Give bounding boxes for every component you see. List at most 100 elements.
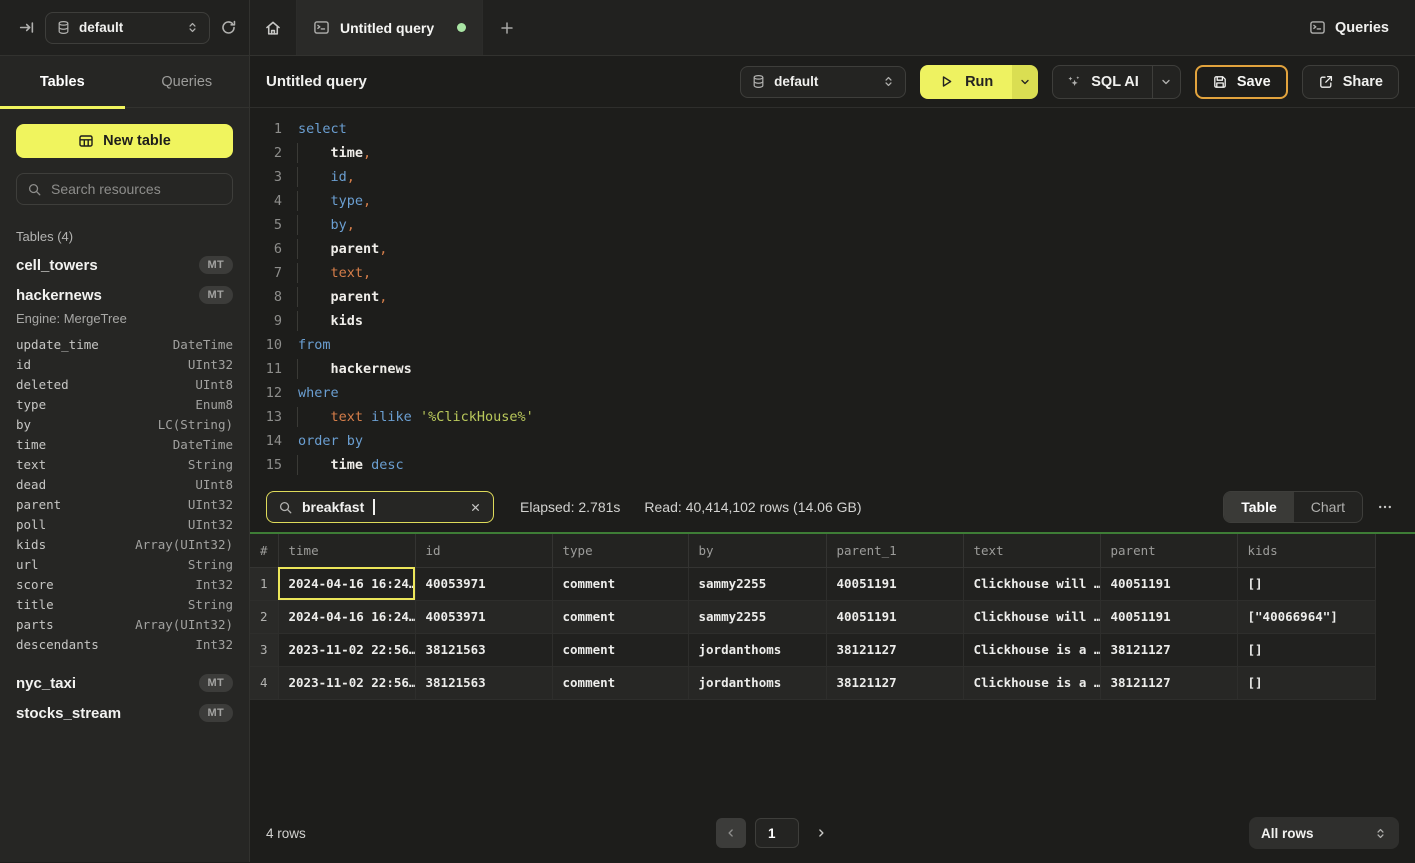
sidebar-table-item[interactable]: nyc_taxiMT <box>0 668 249 698</box>
result-cell[interactable]: 40051191 <box>826 567 963 600</box>
search-placeholder: Search resources <box>51 181 161 197</box>
line-number: 1 <box>250 117 282 141</box>
result-cell[interactable]: sammy2255 <box>688 567 826 600</box>
sql-ai-button[interactable]: SQL AI <box>1053 74 1152 90</box>
clear-filter-icon[interactable] <box>469 501 482 514</box>
result-cell[interactable]: jordanthoms <box>688 633 826 666</box>
result-header-cell[interactable]: # <box>250 534 278 567</box>
result-cell[interactable]: Clickhouse will … <box>963 567 1100 600</box>
result-cell[interactable]: 40051191 <box>1100 567 1237 600</box>
sidebar-tab-tables[interactable]: Tables <box>0 56 125 107</box>
view-toggle-chart[interactable]: Chart <box>1294 492 1362 522</box>
code-line[interactable]: 11 hackernews <box>250 357 1415 381</box>
code-line[interactable]: 5 by, <box>250 213 1415 237</box>
new-table-button[interactable]: New table <box>16 124 233 158</box>
code-text: parent, <box>296 237 387 261</box>
result-cell[interactable]: Clickhouse is a … <box>963 666 1100 699</box>
code-line[interactable]: 15 time desc <box>250 453 1415 477</box>
code-token: hackernews <box>331 361 412 377</box>
result-header-cell[interactable]: type <box>552 534 688 567</box>
code-token: , <box>363 193 371 209</box>
share-button[interactable]: Share <box>1302 65 1399 99</box>
table-list: cell_towersMThackernewsMTEngine: MergeTr… <box>0 250 249 728</box>
result-cell[interactable]: 38121127 <box>826 633 963 666</box>
next-page-button[interactable] <box>808 818 834 848</box>
result-cell[interactable]: comment <box>552 600 688 633</box>
code-line[interactable]: 2 time, <box>250 141 1415 165</box>
code-line[interactable]: 1select <box>250 117 1415 141</box>
sidebar-table-item[interactable]: hackernewsMT <box>0 280 249 310</box>
queries-icon <box>1309 19 1326 36</box>
result-cell[interactable]: comment <box>552 633 688 666</box>
result-cell[interactable]: 38121127 <box>1100 666 1237 699</box>
code-token: parent <box>331 241 380 257</box>
results-more-options-icon[interactable] <box>1373 495 1397 519</box>
result-cell[interactable]: Clickhouse is a … <box>963 633 1100 666</box>
database-selector[interactable]: default <box>45 12 210 44</box>
result-cell[interactable]: 2024-04-16 16:24… <box>278 600 415 633</box>
sidebar-tab-queries[interactable]: Queries <box>125 56 250 107</box>
result-cell[interactable]: 38121127 <box>1100 633 1237 666</box>
result-cell[interactable]: comment <box>552 567 688 600</box>
code-line[interactable]: 13 text ilike '%ClickHouse%' <box>250 405 1415 429</box>
sql-ai-button-group: SQL AI <box>1052 65 1181 99</box>
sql-editor[interactable]: 1select2 time,3 id,4 type,5 by,6 parent,… <box>250 108 1415 482</box>
code-line[interactable]: 9 kids <box>250 309 1415 333</box>
home-tab[interactable] <box>250 0 297 55</box>
refresh-icon[interactable] <box>220 19 237 36</box>
code-line[interactable]: 14order by <box>250 429 1415 453</box>
queries-button[interactable]: Queries <box>1309 0 1415 55</box>
run-options-button[interactable] <box>1012 65 1038 99</box>
sql-ai-options-button[interactable] <box>1152 66 1180 98</box>
result-cell[interactable]: 38121563 <box>415 666 552 699</box>
table-column-row: deletedUInt8 <box>0 374 249 394</box>
query-database-selector[interactable]: default <box>740 66 906 98</box>
result-cell[interactable]: 2024-04-16 16:24… <box>278 567 415 600</box>
code-line[interactable]: 10from <box>250 333 1415 357</box>
result-cell[interactable]: [] <box>1237 567 1375 600</box>
result-header-cell[interactable]: id <box>415 534 552 567</box>
result-header-cell[interactable]: by <box>688 534 826 567</box>
result-cell[interactable]: 40053971 <box>415 600 552 633</box>
result-cell[interactable]: comment <box>552 666 688 699</box>
run-button[interactable]: Run <box>920 65 1012 99</box>
new-tab-button[interactable] <box>483 0 531 55</box>
result-cell[interactable]: 38121127 <box>826 666 963 699</box>
result-cell[interactable]: 2023-11-02 22:56… <box>278 666 415 699</box>
results-filter-input[interactable]: breakfast <box>266 491 494 523</box>
result-cell[interactable]: [] <box>1237 633 1375 666</box>
code-line[interactable]: 12where <box>250 381 1415 405</box>
search-resources-input[interactable]: Search resources <box>16 173 233 205</box>
result-cell[interactable]: 40051191 <box>1100 600 1237 633</box>
code-line[interactable]: 3 id, <box>250 165 1415 189</box>
result-cell[interactable]: ["40066964"] <box>1237 600 1375 633</box>
result-header-cell[interactable]: time <box>278 534 415 567</box>
result-cell[interactable]: 2023-11-02 22:56… <box>278 633 415 666</box>
code-line[interactable]: 7 text, <box>250 261 1415 285</box>
page-size-selector[interactable]: All rows <box>1249 817 1399 849</box>
current-page[interactable]: 1 <box>755 818 799 848</box>
sidebar-table-item[interactable]: stocks_streamMT <box>0 698 249 728</box>
code-line[interactable]: 6 parent, <box>250 237 1415 261</box>
database-icon <box>56 20 71 35</box>
result-cell[interactable]: jordanthoms <box>688 666 826 699</box>
save-button[interactable]: Save <box>1195 65 1288 99</box>
code-line[interactable]: 4 type, <box>250 189 1415 213</box>
code-line[interactable]: 8 parent, <box>250 285 1415 309</box>
result-header-cell[interactable]: text <box>963 534 1100 567</box>
tab-untitled-query[interactable]: Untitled query <box>297 0 483 55</box>
result-cell[interactable]: sammy2255 <box>688 600 826 633</box>
collapse-sidebar-icon[interactable] <box>18 19 35 36</box>
result-header-cell[interactable]: parent <box>1100 534 1237 567</box>
elapsed-stat: Elapsed: 2.781s <box>520 499 620 515</box>
result-cell[interactable]: [] <box>1237 666 1375 699</box>
result-cell[interactable]: 40053971 <box>415 567 552 600</box>
view-toggle-table[interactable]: Table <box>1224 492 1294 522</box>
sidebar-table-item[interactable]: cell_towersMT <box>0 250 249 280</box>
result-cell[interactable]: 38121563 <box>415 633 552 666</box>
result-cell[interactable]: 40051191 <box>826 600 963 633</box>
previous-page-button[interactable] <box>716 818 746 848</box>
result-cell[interactable]: Clickhouse will … <box>963 600 1100 633</box>
result-header-cell[interactable]: parent_1 <box>826 534 963 567</box>
result-header-cell[interactable]: kids <box>1237 534 1375 567</box>
